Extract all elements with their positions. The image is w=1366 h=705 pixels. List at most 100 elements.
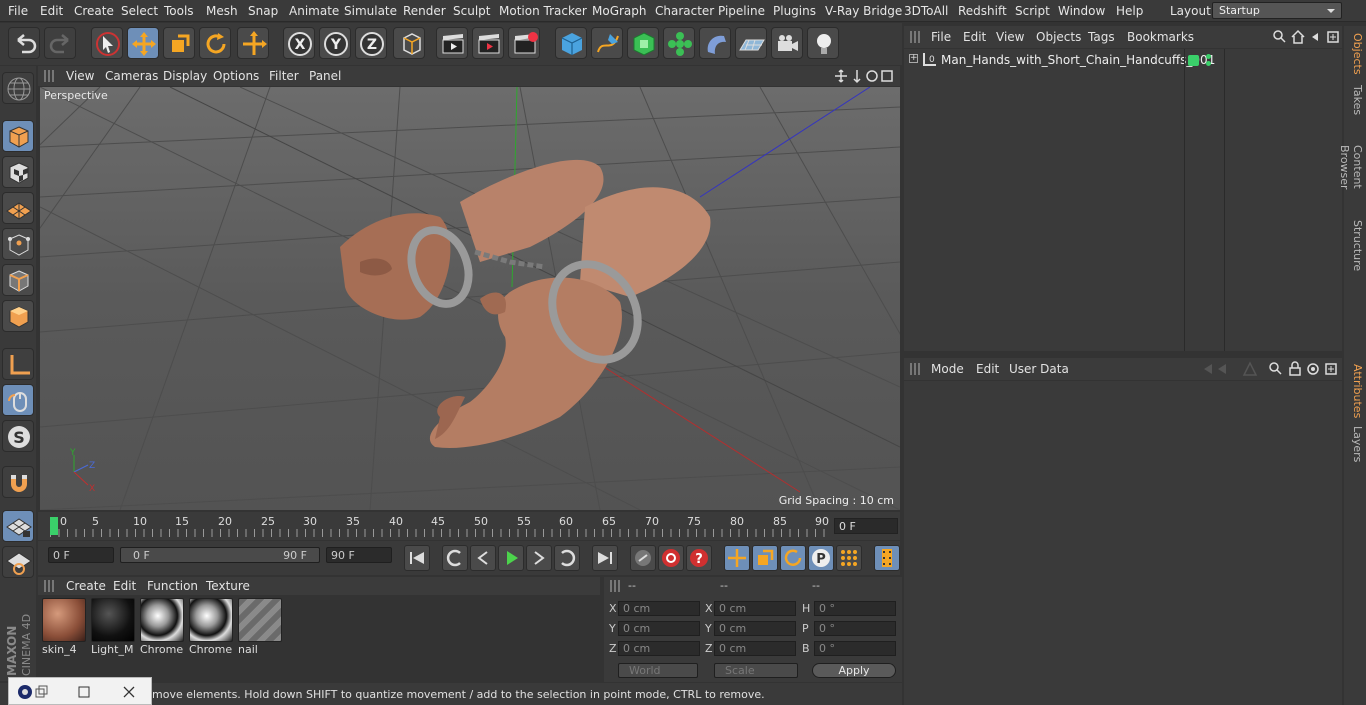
grid-snap-button[interactable] xyxy=(2,510,34,542)
menu-simulate[interactable]: Simulate xyxy=(344,4,397,18)
add-cube-button[interactable] xyxy=(555,27,587,59)
tab-attributes[interactable]: Attributes xyxy=(1346,362,1364,420)
object-name[interactable]: Man_Hands_with_Short_Chain_Handcuffs_001 xyxy=(941,53,1215,67)
next-frame-button[interactable] xyxy=(526,545,552,571)
tweak-mode-button[interactable] xyxy=(2,384,34,416)
timeline-ruler[interactable]: 0 5 10 15 20 25 30 35 40 45 50 55 60 65 … xyxy=(38,512,900,540)
menu-3dtoall[interactable]: 3DToAll xyxy=(904,4,948,18)
rotation-b-field[interactable]: 0 ° xyxy=(814,641,896,656)
live-selection-button[interactable] xyxy=(91,27,123,59)
x-axis-lock-button[interactable]: X xyxy=(283,27,315,59)
panel-grip[interactable] xyxy=(610,580,620,592)
viewport-menu-view[interactable]: View xyxy=(66,69,94,83)
tab-layers[interactable]: Layers xyxy=(1346,426,1364,462)
key-position-button[interactable] xyxy=(724,545,750,571)
object-menu-tags[interactable]: Tags xyxy=(1088,30,1115,44)
material-swatch[interactable]: skin_4 xyxy=(42,598,86,656)
polygons-mode-button[interactable] xyxy=(2,300,34,332)
expand-toggle-icon[interactable]: + xyxy=(909,54,918,63)
object-menu-file[interactable]: File xyxy=(931,30,951,44)
key-pla-button[interactable] xyxy=(836,545,862,571)
menu-window[interactable]: Window xyxy=(1058,4,1105,18)
attribute-menu-user-data[interactable]: User Data xyxy=(1009,362,1069,376)
add-light-button[interactable] xyxy=(807,27,839,59)
menu-mesh[interactable]: Mesh xyxy=(206,4,238,18)
menu-render[interactable]: Render xyxy=(403,4,446,18)
maximize-icon[interactable] xyxy=(77,685,91,699)
menu-vray-bridge[interactable]: V-Ray Bridge xyxy=(825,4,902,18)
playhead[interactable] xyxy=(50,517,58,535)
y-axis-lock-button[interactable]: Y xyxy=(319,27,351,59)
model-mode-button[interactable] xyxy=(2,120,34,152)
size-y-field[interactable]: 0 cm xyxy=(714,621,796,636)
position-z-field[interactable]: 0 cm xyxy=(618,641,700,656)
size-x-field[interactable]: 0 cm xyxy=(714,601,796,616)
panel-grip[interactable] xyxy=(44,70,54,82)
add-camera-button[interactable] xyxy=(771,27,803,59)
rotation-p-field[interactable]: 0 ° xyxy=(814,621,896,636)
menu-script[interactable]: Script xyxy=(1015,4,1050,18)
points-mode-button[interactable] xyxy=(2,228,34,260)
object-row[interactable]: + 0 Man_Hands_with_Short_Chain_Handcuffs… xyxy=(904,51,1215,69)
tab-content-browser[interactable]: Content Browser xyxy=(1338,122,1364,212)
start-frame-field[interactable]: 0 F xyxy=(48,547,114,563)
menu-snap[interactable]: Snap xyxy=(248,4,278,18)
object-menu-edit[interactable]: Edit xyxy=(963,30,986,44)
scale-tool-button[interactable] xyxy=(163,27,195,59)
z-axis-lock-button[interactable]: Z xyxy=(355,27,387,59)
menu-tools[interactable]: Tools xyxy=(164,4,194,18)
rotate-tool-button[interactable] xyxy=(199,27,231,59)
menu-file[interactable]: File xyxy=(8,4,28,18)
material-swatch[interactable]: nail xyxy=(238,598,282,656)
position-y-field[interactable]: 0 cm xyxy=(618,621,700,636)
object-menu-view[interactable]: View xyxy=(996,30,1024,44)
add-spline-button[interactable] xyxy=(591,27,623,59)
tab-takes[interactable]: Takes xyxy=(1346,82,1364,118)
end-frame-field[interactable]: 90 F xyxy=(326,547,392,563)
viewport-menu-cameras[interactable]: Cameras xyxy=(105,69,158,83)
attribute-menu-edit[interactable]: Edit xyxy=(976,362,999,376)
transform-tool-button[interactable] xyxy=(237,27,269,59)
coordinate-space-select[interactable]: World xyxy=(618,663,698,678)
material-swatch[interactable]: Light_M xyxy=(91,598,135,656)
previous-frame-button[interactable] xyxy=(470,545,496,571)
attribute-menu-mode[interactable]: Mode xyxy=(931,362,964,376)
panel-grip[interactable] xyxy=(44,580,54,592)
make-editable-button[interactable] xyxy=(2,72,34,104)
previous-key-button[interactable] xyxy=(442,545,468,571)
play-button[interactable] xyxy=(498,545,524,571)
layer-color-swatch[interactable] xyxy=(1188,55,1199,66)
object-manager-tools[interactable] xyxy=(1272,29,1340,45)
add-generator-button[interactable] xyxy=(627,27,659,59)
key-parameter-button[interactable]: P xyxy=(808,545,834,571)
menu-pipeline[interactable]: Pipeline xyxy=(718,4,765,18)
material-menu-function[interactable]: Function xyxy=(147,579,198,593)
add-mograph-button[interactable] xyxy=(663,27,695,59)
viewport-menu-panel[interactable]: Panel xyxy=(309,69,341,83)
go-to-end-button[interactable] xyxy=(592,545,618,571)
rotation-h-field[interactable]: 0 ° xyxy=(814,601,896,616)
material-swatch[interactable]: Chrome xyxy=(189,598,233,656)
axis-mode-button[interactable] xyxy=(2,348,34,380)
restore-icon[interactable] xyxy=(35,685,49,699)
go-to-start-button[interactable] xyxy=(404,545,430,571)
size-mode-select[interactable]: Scale xyxy=(714,663,798,678)
key-rotation-button[interactable] xyxy=(780,545,806,571)
coordinate-system-button[interactable] xyxy=(393,27,425,59)
menu-create[interactable]: Create xyxy=(74,4,114,18)
menu-help[interactable]: Help xyxy=(1116,4,1143,18)
next-key-button[interactable] xyxy=(554,545,580,571)
menu-edit[interactable]: Edit xyxy=(40,4,63,18)
render-to-picture-viewer-button[interactable] xyxy=(472,27,504,59)
key-scale-button[interactable] xyxy=(752,545,778,571)
close-icon[interactable] xyxy=(122,685,136,699)
apply-button[interactable]: Apply xyxy=(812,663,896,678)
texture-mode-button[interactable] xyxy=(2,156,34,188)
current-frame-field[interactable]: 0 F xyxy=(834,518,898,534)
add-environment-button[interactable] xyxy=(735,27,767,59)
viewport-menu-display[interactable]: Display xyxy=(163,69,207,83)
menu-plugins[interactable]: Plugins xyxy=(773,4,816,18)
frame-ruler[interactable]: 0 5 10 15 20 25 30 35 40 45 50 55 60 65 … xyxy=(50,515,829,537)
menu-select[interactable]: Select xyxy=(121,4,158,18)
tab-objects[interactable]: Objects xyxy=(1346,30,1364,78)
